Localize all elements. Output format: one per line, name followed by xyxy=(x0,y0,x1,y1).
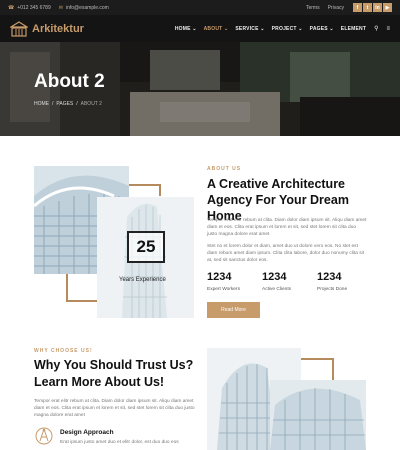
compass-icon xyxy=(35,427,53,445)
nav-item-service-label: SERVICE xyxy=(235,25,259,32)
about-section: 25 Years Experience ABOUT US A Creative … xyxy=(0,136,400,336)
youtube-icon[interactable]: ▶ xyxy=(383,3,392,12)
search-icon[interactable]: ⚲ xyxy=(374,25,378,32)
nav-item-project[interactable]: PROJECT ⌄ xyxy=(272,26,303,32)
terms-link[interactable]: Terms xyxy=(306,5,320,11)
top-bar: ☎ +012 345 6789 ✉ info@example.com Terms… xyxy=(0,0,400,15)
nav-item-home[interactable]: HOME ⌄ xyxy=(175,26,197,32)
feature-item: Design Approach Erat ipsum justo amet du… xyxy=(34,426,200,446)
nav-item-service[interactable]: SERVICE ⌄ xyxy=(235,26,264,32)
page-title: About 2 xyxy=(34,71,105,92)
linkedin-icon[interactable]: in xyxy=(373,3,382,12)
breadcrumb-home[interactable]: HOME xyxy=(34,101,49,107)
page: ☎ +012 345 6789 ✉ info@example.com Terms… xyxy=(0,0,400,450)
building-image-4 xyxy=(270,380,366,450)
breadcrumb: HOME / PAGES / ABOUT 2 xyxy=(34,101,105,107)
social-links: f t in ▶ xyxy=(352,3,392,12)
menu-icon[interactable]: ≡ xyxy=(386,26,390,32)
facebook-icon[interactable]: f xyxy=(353,3,362,12)
nav-menu: HOME ⌄ ABOUT ⌄ SERVICE ⌄ PROJECT ⌄ PAGES… xyxy=(168,25,390,33)
stat-number: 1234 xyxy=(317,271,342,283)
years-counter: 25 xyxy=(127,231,165,263)
phone-contact[interactable]: ☎ +012 345 6789 xyxy=(8,5,51,11)
building-logo-icon xyxy=(10,20,28,37)
nav-item-about[interactable]: ABOUT ⌄ xyxy=(204,26,229,32)
phone-icon: ☎ xyxy=(8,4,15,11)
nav-item-element[interactable]: ELEMENT xyxy=(341,26,366,32)
why-choose-section: WHY CHOOSE US! Why You Should Trust Us? … xyxy=(0,336,400,450)
about-paragraph-2: Stet no et lorem dolor et diam, amet duo… xyxy=(207,244,365,263)
decorative-frame-line xyxy=(332,358,334,380)
stat-item: 1234 Projects Done xyxy=(317,271,372,292)
logo[interactable]: Arkitektur xyxy=(10,20,84,37)
envelope-icon: ✉ xyxy=(58,4,63,11)
section-heading: Why You Should Trust Us? Learn More Abou… xyxy=(34,358,194,389)
page-header-hero: About 2 HOME / PAGES / ABOUT 2 xyxy=(0,42,400,136)
nav-item-project-label: PROJECT xyxy=(271,25,297,32)
breadcrumb-separator: / xyxy=(52,101,54,107)
nav-item-about-label: ABOUT xyxy=(203,25,223,32)
stat-item: 1234 Active Clients xyxy=(262,271,317,292)
breadcrumb-current: ABOUT 2 xyxy=(80,101,102,107)
twitter-icon[interactable]: t xyxy=(363,3,372,12)
feature-title: Design Approach xyxy=(60,429,114,436)
main-navbar: Arkitektur HOME ⌄ ABOUT ⌄ SERVICE ⌄ PROJ… xyxy=(0,15,400,42)
stat-number: 1234 xyxy=(262,271,287,283)
email-text: info@example.com xyxy=(65,4,109,11)
stat-label: Expert Workers xyxy=(207,287,240,292)
years-label: Years Experience xyxy=(119,277,166,283)
decorative-frame-line xyxy=(301,358,333,360)
privacy-link[interactable]: Privacy xyxy=(328,5,344,11)
breadcrumb-separator: / xyxy=(76,101,78,107)
nav-item-pages-label: PAGES xyxy=(309,25,328,32)
nav-item-pages[interactable]: PAGES ⌄ xyxy=(310,26,334,32)
nav-item-home-label: HOME xyxy=(174,25,191,32)
email-contact[interactable]: ✉ info@example.com xyxy=(59,5,109,11)
feature-description: Erat ipsum justo amet duo et elitr dolor… xyxy=(60,440,179,445)
stat-number: 1234 xyxy=(207,271,232,283)
phone-text: +012 345 6789 xyxy=(17,4,51,11)
decorative-frame-line xyxy=(66,300,97,302)
decorative-frame-line xyxy=(159,184,161,196)
section-tag: WHY CHOOSE US! xyxy=(34,348,93,354)
stat-label: Active Clients xyxy=(262,287,292,292)
decorative-frame-line xyxy=(66,274,68,301)
logo-text: Arkitektur xyxy=(32,22,84,35)
breadcrumb-pages[interactable]: PAGES xyxy=(56,101,73,107)
about-paragraph-1: Tempor erat elitr rebum at clita. Diam d… xyxy=(207,218,367,237)
section-tag: ABOUT US xyxy=(207,166,242,172)
read-more-button[interactable]: Read More xyxy=(207,302,260,318)
stat-label: Projects Done xyxy=(317,287,348,292)
decorative-frame-line xyxy=(129,184,161,186)
stats-row: 1234 Expert Workers 1234 Active Clients … xyxy=(207,271,372,292)
stat-item: 1234 Expert Workers xyxy=(207,271,262,292)
why-paragraph: Tempor erat elitr rebum at clita. Diam d… xyxy=(34,399,195,418)
